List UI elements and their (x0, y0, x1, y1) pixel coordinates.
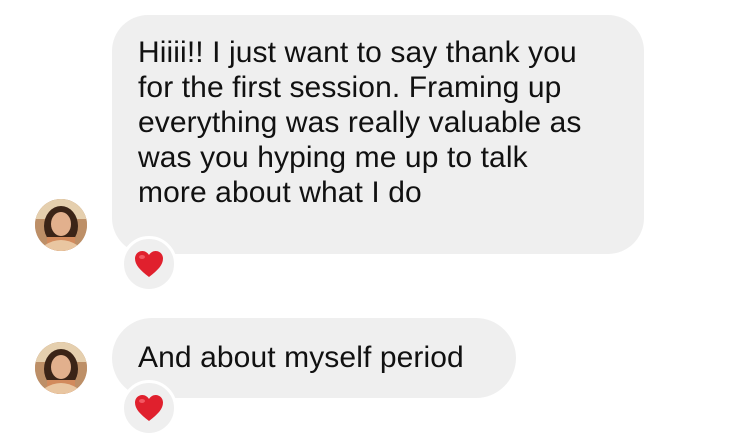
message-line: Hiiii!! I just want to say thank you (138, 36, 577, 69)
message-bubble[interactable]: Hiiii!! I just want to say thank you for… (112, 15, 644, 254)
sender-avatar[interactable] (35, 199, 87, 251)
reaction-badge[interactable] (121, 236, 177, 292)
message-line: more about what I do (138, 176, 422, 209)
message-line: was you hyping me up to talk (138, 141, 528, 174)
heart-icon (135, 251, 163, 277)
reaction-badge[interactable] (121, 380, 177, 436)
avatar-photo-icon (35, 342, 87, 394)
message-line: And about myself period (138, 341, 464, 374)
message-thread: Hiiii!! I just want to say thank you for… (0, 0, 750, 447)
message-bubble[interactable]: And about myself period (112, 318, 516, 398)
message-line: for the first session. Framing up (138, 71, 562, 104)
sender-avatar[interactable] (35, 342, 87, 394)
heart-icon (135, 395, 163, 421)
message-line: everything was really valuable as (138, 106, 582, 139)
avatar-photo-icon (35, 199, 87, 251)
